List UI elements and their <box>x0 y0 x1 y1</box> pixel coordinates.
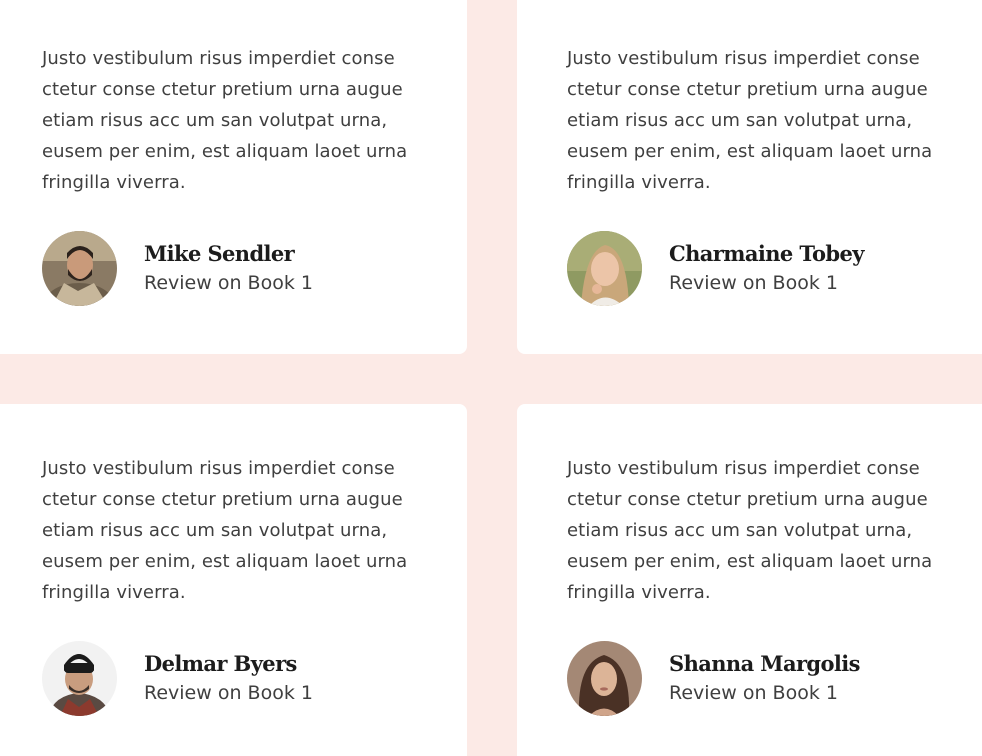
author-info: Charmaine Tobey Review on Book 1 <box>669 241 864 296</box>
review-on-label: Review on Book 1 <box>669 272 838 294</box>
author-name: Shanna Margolis <box>669 651 860 676</box>
testimonial-card: Justo vestibulum risus imperdiet conse c… <box>517 0 982 354</box>
review-on-label: Review on Book 1 <box>144 682 313 704</box>
review-text: Justo vestibulum risus imperdiet conse c… <box>567 458 933 603</box>
testimonial-card: Justo vestibulum risus imperdiet conse c… <box>517 404 982 756</box>
avatar <box>567 231 642 306</box>
testimonial-card: Justo vestibulum risus imperdiet conse c… <box>0 0 467 354</box>
review-on-label: Review on Book 1 <box>144 272 313 294</box>
author-name: Charmaine Tobey <box>669 241 864 266</box>
avatar <box>42 231 117 306</box>
author-block: Shanna Margolis Review on Book 1 <box>567 641 982 716</box>
author-block: Mike Sendler Review on Book 1 <box>42 231 467 306</box>
review-text: Justo vestibulum risus imperdiet conse c… <box>42 458 408 603</box>
avatar <box>42 641 117 716</box>
author-info: Mike Sendler Review on Book 1 <box>144 241 313 296</box>
author-info: Shanna Margolis Review on Book 1 <box>669 651 860 706</box>
testimonials-grid: Justo vestibulum risus imperdiet conse c… <box>0 0 982 756</box>
author-name: Mike Sendler <box>144 241 295 266</box>
avatar <box>567 641 642 716</box>
testimonial-card: Justo vestibulum risus imperdiet conse c… <box>0 404 467 756</box>
author-block: Delmar Byers Review on Book 1 <box>42 641 467 716</box>
author-info: Delmar Byers Review on Book 1 <box>144 651 313 706</box>
review-text: Justo vestibulum risus imperdiet conse c… <box>567 48 933 193</box>
review-text: Justo vestibulum risus imperdiet conse c… <box>42 48 408 193</box>
author-block: Charmaine Tobey Review on Book 1 <box>567 231 982 306</box>
review-on-label: Review on Book 1 <box>669 682 838 704</box>
author-name: Delmar Byers <box>144 651 297 676</box>
